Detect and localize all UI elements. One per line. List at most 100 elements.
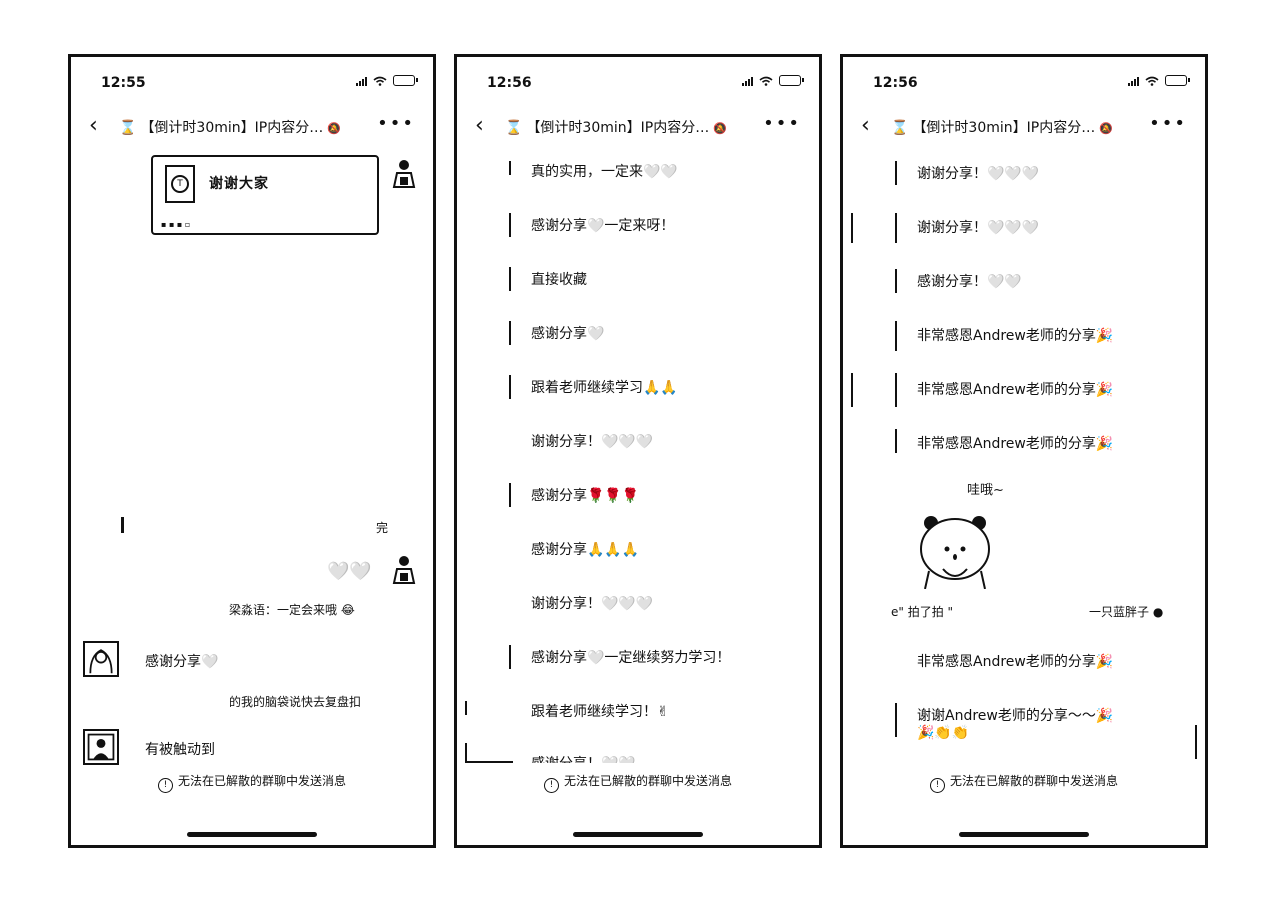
signal-icon (356, 76, 367, 86)
quoted-reply: 的我的脑袋说快去复盘扣 (229, 695, 362, 709)
bubble-edge (509, 645, 511, 669)
back-chevron-icon[interactable]: ‹ (89, 113, 98, 139)
chat-title: ⌛ 【倒计时30min】IP内容分… 🔕 (891, 120, 1113, 136)
bear-sticker[interactable]: 哇哦~ (915, 483, 1005, 590)
message-text: 非常感恩Andrew老师的分享🎉 (917, 382, 1114, 398)
bubble-edge (895, 161, 897, 185)
member-avatar[interactable] (83, 641, 119, 677)
battery-icon (393, 75, 418, 86)
message-text: 直接收藏 (531, 272, 587, 288)
phone-screen-3: 12:56 ‹ ⌛ 【倒计时30min】IP内容分… 🔕 ••• 谢谢分享！🤍🤍🤍 … (840, 54, 1208, 848)
status-icons (1128, 75, 1190, 86)
user-avatar[interactable] (389, 553, 419, 589)
user-avatar[interactable] (389, 157, 419, 193)
member-avatar[interactable] (83, 729, 119, 765)
card-text: 谢谢大家 (209, 176, 269, 192)
status-time: 12:55 (101, 75, 146, 91)
wifi-icon (1145, 76, 1159, 86)
signal-icon (1128, 76, 1139, 86)
more-options-icon[interactable]: ••• (377, 113, 415, 134)
bubble-edge (895, 321, 897, 351)
message-text: 非常感恩Andrew老师的分享🎉 (917, 436, 1114, 452)
message-text: 真的实用，一定来🤍🤍 (531, 164, 678, 180)
home-indicator[interactable] (959, 832, 1089, 837)
system-tap-notice: 一只蓝胖子 ● (1089, 605, 1164, 619)
scrollbar[interactable] (1195, 725, 1197, 759)
bubble-edge (509, 321, 511, 345)
system-tap-notice: e" 拍了拍 " (891, 605, 954, 619)
message-text: 有被触动到 (145, 742, 215, 758)
bubble-edge (509, 375, 511, 399)
card-footer: ▪ ▪ ▪ ▫ (161, 220, 191, 229)
message-text: 谢谢分享！🤍🤍🤍 (917, 166, 1040, 182)
back-chevron-icon[interactable]: ‹ (475, 113, 484, 139)
chat-header: ‹ ⌛ 【倒计时30min】IP内容分… 🔕 ••• (457, 113, 819, 141)
disbanded-group-notice: ! 无法在已解散的群聊中发送消息 (71, 772, 433, 793)
home-indicator[interactable] (187, 832, 317, 837)
message-text: 谢谢分享！🤍🤍🤍 (917, 220, 1040, 236)
chat-header: ‹ ⌛ 【倒计时30min】IP内容分… 🔕 ••• (843, 113, 1205, 141)
battery-icon (1165, 75, 1190, 86)
warning-icon: ! (929, 778, 945, 793)
message-text: 跟着老师继续学习🙏🙏 (531, 380, 678, 396)
status-icons (356, 75, 418, 86)
bubble-edge (509, 483, 511, 507)
message-text: 感谢分享🤍 (531, 326, 605, 342)
bubble-edge (895, 269, 897, 293)
hearts-sticker: 🤍🤍 (327, 561, 372, 582)
disbanded-group-notice: ! 无法在已解散的群聊中发送消息 (843, 772, 1205, 793)
shared-card-message[interactable]: 谢谢大家 ▪ ▪ ▪ ▫ (151, 155, 379, 235)
bubble-edge (509, 161, 511, 175)
bubble-edge (851, 373, 853, 407)
message-text: 🎉👏👏 (917, 725, 970, 741)
bubble-edge (895, 429, 897, 453)
chat-header: ‹ ⌛ 【倒计时30min】IP内容分… 🔕 ••• (71, 113, 433, 141)
bear-face-icon (920, 516, 990, 590)
message-text: 感谢分享🤍 (145, 654, 219, 670)
card-thumbnail-icon (165, 165, 195, 203)
chat-title: ⌛ 【倒计时30min】IP内容分… 🔕 (505, 120, 727, 136)
message-text: 谢谢分享！🤍🤍🤍 (531, 596, 654, 612)
sticker-caption: 哇哦~ (967, 483, 1004, 498)
bubble-edge (509, 213, 511, 237)
bubble-edge (895, 703, 897, 737)
bubble-edge (851, 213, 853, 243)
hourglass-icon: ⌛ (891, 120, 909, 136)
message-text: 感谢分享🤍一定继续努力学习！ (531, 650, 731, 666)
battery-icon (779, 75, 804, 86)
message-text: 感谢分享🤍一定来呀！ (531, 218, 675, 234)
signal-icon (742, 76, 753, 86)
home-indicator[interactable] (573, 832, 703, 837)
message-text: 谢谢分享！🤍🤍🤍 (531, 434, 654, 450)
message-text: 非常感恩Andrew老师的分享🎉 (917, 328, 1114, 344)
message-text: 跟着老师继续学习！✌ (531, 704, 669, 720)
wifi-icon (759, 76, 773, 86)
message-text: 感谢分享！🤍🤍 (917, 274, 1022, 290)
status-time: 12:56 (873, 75, 918, 91)
message-text-cutoff: 感谢分享！🤍🤍 (531, 753, 636, 763)
phone-screen-2: 12:56 ‹ ⌛ 【倒计时30min】IP内容分… 🔕 ••• 真的实用，一定来🤍… (454, 54, 822, 848)
bubble-edge (509, 267, 511, 291)
bubble-edge (465, 743, 513, 763)
bubble-edge (895, 213, 897, 243)
hourglass-icon: ⌛ (119, 120, 137, 136)
mute-bell-icon: 🔕 (327, 122, 341, 135)
more-options-icon[interactable]: ••• (1149, 113, 1187, 134)
message-text: 感谢分享🌹🌹🌹 (531, 488, 640, 504)
message-text: 感谢分享🙏🙏🙏 (531, 542, 640, 558)
message-fragment: 完 (376, 521, 389, 535)
quoted-reply: 梁淼语：一定会来哦 😂 (229, 603, 355, 617)
mute-bell-icon: 🔕 (1099, 122, 1113, 135)
chat-title: ⌛ 【倒计时30min】IP内容分… 🔕 (119, 120, 341, 136)
bubble-edge (895, 373, 897, 407)
more-options-icon[interactable]: ••• (763, 113, 801, 134)
warning-icon: ! (157, 778, 173, 793)
wifi-icon (373, 76, 387, 86)
status-time: 12:56 (487, 75, 532, 91)
message-text: 非常感恩Andrew老师的分享🎉 (917, 654, 1114, 670)
mute-bell-icon: 🔕 (713, 122, 727, 135)
warning-icon: ! (543, 778, 559, 793)
message-fragment-edge (121, 517, 124, 533)
status-icons (742, 75, 804, 86)
back-chevron-icon[interactable]: ‹ (861, 113, 870, 139)
